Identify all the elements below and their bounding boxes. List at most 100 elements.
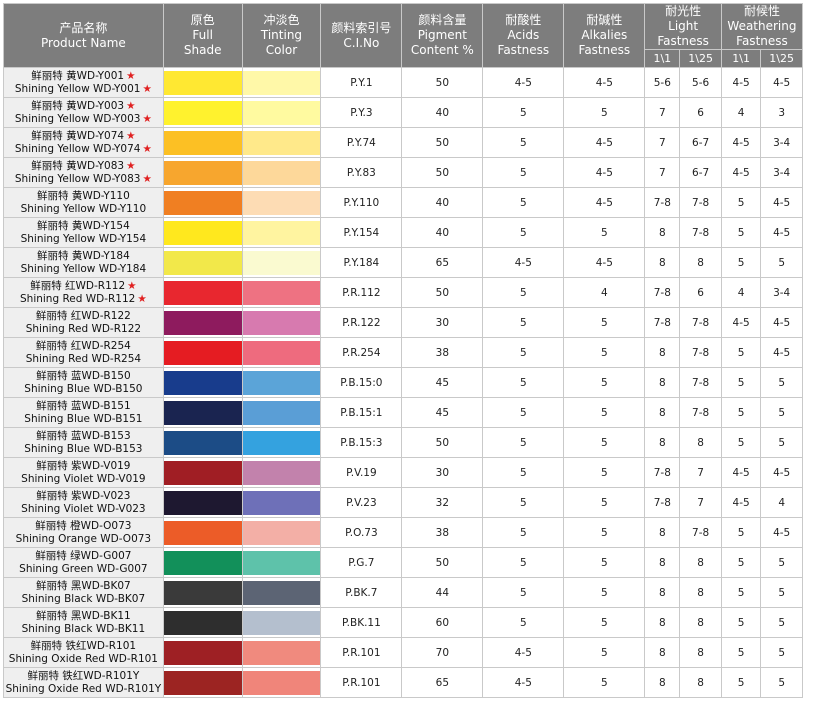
full-shade-swatch-cell [162, 517, 243, 548]
full-shade-swatch [164, 430, 242, 455]
full-shade-swatch [164, 100, 242, 125]
alkalies-fastness-cell: 5 [563, 547, 646, 578]
light-fastness-1-1-cell: 7-8 [644, 277, 681, 308]
light-fastness-1-25-cell: 7-8 [679, 217, 722, 248]
star-icon: ★ [126, 69, 136, 82]
light-fastness-1-1-cell: 7-8 [644, 307, 681, 338]
tinting-color-swatch [243, 610, 320, 635]
full-shade-swatch-cell [162, 97, 243, 128]
table-row: 鲜丽特 黄WD-Y074 ★ Shining Yellow WD-Y074 ★ P.Y.… [3, 127, 803, 158]
product-name-en: Shining Orange WD-O073 [4, 533, 162, 546]
product-name-zh: 鲜丽特 紫WD-V023 [4, 490, 162, 503]
product-name-zh: 鲜丽特 蓝WD-B151 [4, 399, 162, 413]
table-row: 鲜丽特 蓝WD-B151 Shining Blue WD-B151 P.B.15:1… [3, 397, 803, 428]
header-light-en-1: Light [668, 19, 699, 33]
acids-fastness-cell: 5 [482, 127, 565, 158]
tinting-color-swatch [243, 160, 320, 185]
full-shade-swatch-cell [162, 637, 243, 668]
full-shade-swatch [164, 610, 242, 635]
light-fastness-1-1-cell: 8 [644, 607, 681, 638]
weathering-fastness-1-1-cell: 4-5 [720, 307, 762, 338]
tinting-color-swatch-cell [241, 517, 322, 548]
header-light-1-25: 1\25 [679, 49, 722, 68]
light-fastness-1-1-cell: 7 [644, 157, 681, 188]
light-fastness-1-25-cell: 7-8 [679, 517, 722, 548]
header-alkalies-fastness: 耐碱性 Alkalies Fastness [563, 3, 646, 68]
weathering-fastness-1-25-cell: 5 [760, 397, 803, 428]
tinting-color-swatch [243, 130, 320, 155]
tinting-color-swatch [243, 280, 320, 305]
weathering-fastness-1-25-cell: 5 [760, 667, 803, 698]
product-name-zh: 鲜丽特 黄WD-Y154 [4, 220, 162, 233]
light-fastness-1-25-cell: 8 [679, 547, 722, 578]
header-light-1-1: 1\1 [644, 49, 681, 68]
header-alk-en-1: Alkalies [581, 28, 628, 42]
weathering-fastness-1-25-cell: 5 [760, 547, 803, 578]
table-row: 鲜丽特 红WD-R254 Shining Red WD-R254 P.R.254 38… [3, 337, 803, 368]
light-fastness-1-1-cell: 8 [644, 547, 681, 578]
header-weather-zh: 耐候性 [743, 4, 780, 19]
light-fastness-1-25-cell: 6-7 [679, 157, 722, 188]
product-name-cell: 鲜丽特 绿WD-G007 Shining Green WD-G007 [3, 547, 164, 578]
cino-cell: P.Y.1 [320, 67, 403, 98]
cino-cell: P.Y.3 [320, 97, 403, 128]
product-name-zh: 鲜丽特 黄WD-Y003 ★ [4, 99, 162, 113]
product-name-zh-text: 鲜丽特 橙WD-O073 [35, 519, 132, 532]
product-name-zh-text: 鲜丽特 黄WD-Y003 [31, 99, 125, 112]
full-shade-swatch-cell [162, 217, 243, 248]
product-name-zh-text: 鲜丽特 黄WD-Y110 [36, 189, 130, 202]
weathering-fastness-1-25-cell: 4-5 [760, 457, 803, 488]
product-name-zh-text: 鲜丽特 蓝WD-B151 [36, 399, 131, 412]
product-name-en: Shining Red WD-R122 [4, 323, 162, 336]
full-shade-swatch-cell [162, 67, 243, 98]
table-body: 鲜丽特 黄WD-Y001 ★ Shining Yellow WD-Y001 ★ P.Y.… [3, 67, 803, 698]
light-fastness-1-25-cell: 6 [679, 97, 722, 128]
full-shade-swatch-cell [162, 667, 243, 698]
weathering-fastness-1-25-cell: 3-4 [760, 277, 803, 308]
tinting-color-swatch [243, 670, 320, 695]
header-acids-en-1: Acids [507, 28, 540, 42]
product-name-cell: 鲜丽特 黄WD-Y083 ★ Shining Yellow WD-Y083 ★ [3, 157, 164, 188]
header-cino-zh: 颜料索引号 [331, 20, 392, 35]
cino-cell: P.Y.184 [320, 247, 403, 278]
full-shade-swatch-cell [162, 457, 243, 488]
acids-fastness-cell: 5 [482, 187, 565, 218]
product-name-zh-text: 鲜丽特 黑WD-BK11 [36, 609, 131, 622]
weathering-fastness-1-1-cell: 5 [720, 397, 762, 428]
pigment-content-cell: 50 [401, 127, 484, 158]
pigment-content-cell: 30 [401, 307, 484, 338]
weathering-fastness-1-1-cell: 4-5 [720, 457, 762, 488]
pigment-content-cell: 70 [401, 637, 484, 668]
pigment-content-cell: 65 [401, 247, 484, 278]
weathering-fastness-1-1-cell: 5 [720, 577, 762, 608]
header-acids-en-2: Fastness [497, 43, 550, 57]
acids-fastness-cell: 5 [482, 307, 565, 338]
pigment-content-cell: 40 [401, 217, 484, 248]
full-shade-swatch-cell [162, 487, 243, 518]
product-name-en: Shining Yellow WD-Y003 ★ [4, 113, 162, 126]
light-fastness-1-25-cell: 7-8 [679, 367, 722, 398]
header-pigment-content: 颜料含量 Pigment Content % [401, 3, 484, 68]
star-icon: ★ [142, 82, 152, 95]
full-shade-swatch-cell [162, 157, 243, 188]
alkalies-fastness-cell: 5 [563, 577, 646, 608]
product-name-zh-text: 鲜丽特 红WD-R112 [30, 279, 126, 292]
table-row: 鲜丽特 黄WD-Y110 Shining Yellow WD-Y110 P.Y.11… [3, 187, 803, 218]
tinting-color-swatch [243, 100, 320, 125]
pigment-content-cell: 60 [401, 607, 484, 638]
product-name-zh: 鲜丽特 黑WD-BK07 [4, 580, 162, 593]
product-name-en-text: Shining Red WD-R112 [20, 292, 136, 305]
full-shade-swatch-cell [162, 547, 243, 578]
pigment-content-cell: 45 [401, 397, 484, 428]
weathering-fastness-1-25-cell: 4-5 [760, 307, 803, 338]
header-weather-en-2: Fastness [736, 34, 788, 48]
header-alk-zh: 耐碱性 [586, 13, 623, 27]
acids-fastness-cell: 4-5 [482, 637, 565, 668]
alkalies-fastness-cell: 5 [563, 337, 646, 368]
full-shade-swatch [164, 160, 242, 185]
weathering-fastness-1-25-cell: 5 [760, 247, 803, 278]
light-fastness-1-1-cell: 8 [644, 367, 681, 398]
pigment-content-cell: 44 [401, 577, 484, 608]
table-row: 鲜丽特 黄WD-Y001 ★ Shining Yellow WD-Y001 ★ P.Y.… [3, 67, 803, 98]
star-icon: ★ [126, 129, 136, 142]
